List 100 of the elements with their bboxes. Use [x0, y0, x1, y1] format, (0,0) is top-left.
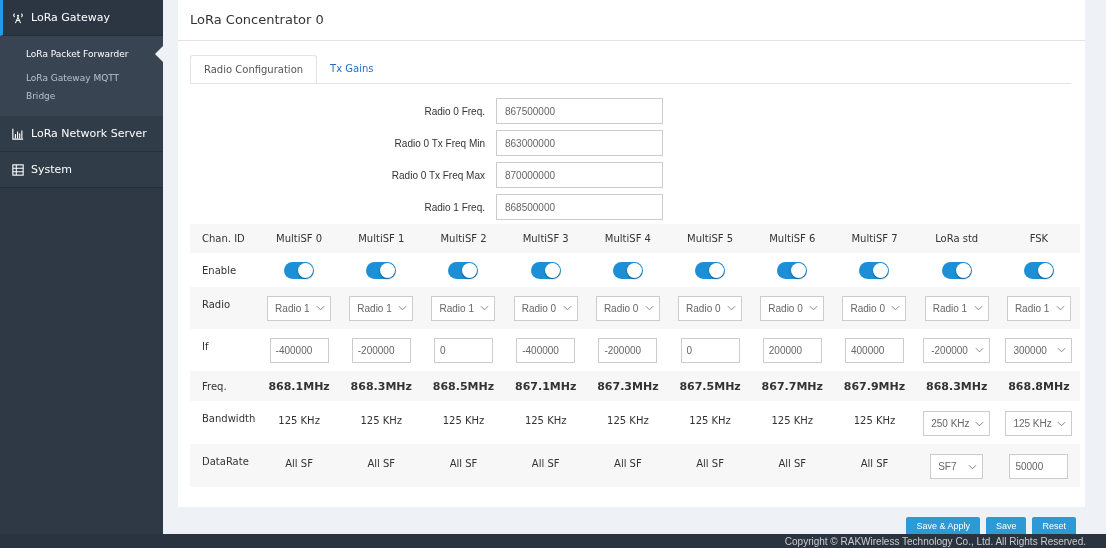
input-field[interactable]: 400000	[845, 337, 904, 363]
chevron-icon	[973, 305, 983, 311]
table-cell: 868.1MHz	[258, 371, 341, 401]
table-cell: 868.8MHz	[997, 371, 1080, 401]
chevron-icon	[727, 305, 737, 311]
table-cell: All SF	[340, 444, 423, 487]
dropdown[interactable]: Radio 0	[760, 295, 825, 321]
dropdown[interactable]: Radio 0	[678, 295, 743, 321]
row-label: Freq.	[190, 371, 258, 401]
table-cell: 868.3MHz	[915, 371, 998, 401]
field-label: Radio 0 Tx Freq Min	[393, 137, 486, 149]
table-cell-text: 125 KHz	[523, 414, 568, 428]
column-header: MultiSF 5	[669, 224, 752, 253]
input-field[interactable]: 870000000	[496, 162, 663, 188]
toggle-switch[interactable]	[530, 261, 561, 279]
chevron-icon	[809, 305, 819, 311]
input-field[interactable]: -400000	[516, 337, 576, 363]
copyright-text: Copyright © RAKWireless Technology Co., Ltd. All Rights Reserved.	[784, 535, 1086, 547]
row-label: Radio	[190, 287, 258, 329]
column-header: MultiSF 6	[751, 224, 834, 253]
chevron-icon	[968, 463, 978, 470]
column-header: MultiSF 2	[422, 224, 505, 253]
column-header: FSK	[997, 224, 1080, 253]
dropdown[interactable]: Radio 0	[513, 295, 578, 321]
input-field[interactable]: 863000000	[496, 130, 663, 156]
row-label: DataRate	[190, 444, 258, 487]
column-header: MultiSF 3	[504, 224, 587, 253]
chevron-icon	[644, 305, 654, 311]
chevron-icon	[398, 305, 408, 311]
toggle-switch[interactable]	[366, 261, 397, 279]
chevron-icon	[1057, 347, 1067, 353]
table-cell: 867.1MHz	[504, 371, 587, 401]
chevron-icon	[1057, 420, 1067, 427]
sidebar-item[interactable]: LoRa Gateway	[0, 0, 163, 36]
toggle-switch[interactable]	[284, 261, 315, 279]
table-cell-text: 125 KHz	[770, 414, 815, 428]
dropdown[interactable]: 125 KHz	[1005, 411, 1073, 436]
table-cell: 867.3MHz	[586, 371, 669, 401]
table-cell: All SF	[504, 444, 587, 487]
dropdown[interactable]: Radio 0	[842, 295, 907, 321]
input-field[interactable]: 867500000	[496, 98, 663, 124]
row-label: Enable	[201, 263, 238, 278]
dropdown[interactable]: 250 KHz	[923, 411, 991, 436]
table-cell: All SF	[833, 444, 916, 487]
table-cell: 867.9MHz	[833, 371, 916, 401]
toggle-switch[interactable]	[777, 261, 808, 279]
input-field[interactable]: 200000	[762, 337, 822, 363]
input-field[interactable]: 0	[680, 337, 740, 363]
chevron-icon	[480, 305, 490, 311]
tab[interactable]: Tx Gains	[317, 55, 387, 83]
row-label: Bandwidth	[201, 412, 257, 426]
input-field[interactable]: -200000	[351, 337, 411, 363]
toggle-switch[interactable]	[859, 261, 890, 279]
table-cell: All SF	[586, 444, 669, 487]
dropdown[interactable]: Radio 0	[595, 295, 660, 321]
toggle-switch[interactable]	[941, 261, 972, 279]
table-cell: 868.3MHz	[340, 371, 423, 401]
dropdown[interactable]: Radio 1	[1006, 295, 1071, 321]
input-field[interactable]: -400000	[269, 337, 329, 363]
table-cell-text: 125 KHz	[852, 414, 897, 428]
column-header: MultiSF 1	[340, 224, 423, 253]
chevron-icon	[562, 305, 572, 311]
table-cell: All SF	[669, 444, 752, 487]
table-cell-text: 125 KHz	[277, 414, 321, 428]
table-cell: 868.5MHz	[422, 371, 505, 401]
toggle-switch[interactable]	[1023, 261, 1054, 279]
table-cell-text: 125 KHz	[441, 414, 486, 428]
dropdown[interactable]: Radio 1	[431, 295, 496, 321]
list-icon	[12, 163, 24, 176]
table-cell: All SF	[258, 444, 341, 487]
row-label: Chan. ID	[190, 224, 258, 253]
page-title: LoRa Concentrator 0	[178, 0, 1085, 41]
toggle-switch[interactable]	[448, 261, 479, 279]
table-cell-text: 125 KHz	[688, 414, 732, 428]
table-cell: 867.5MHz	[669, 371, 752, 401]
dropdown[interactable]: Radio 1	[267, 295, 332, 321]
input-field[interactable]: -200000	[598, 337, 658, 363]
tab[interactable]: Radio Configuration	[190, 55, 318, 83]
table-cell-text: 125 KHz	[606, 414, 650, 428]
field-label: Radio 0 Freq.	[423, 105, 486, 117]
chevron-icon	[316, 305, 326, 311]
field-label: Radio 0 Tx Freq Max	[390, 169, 486, 181]
input-field[interactable]: 50000	[1009, 454, 1069, 479]
toggle-switch[interactable]	[695, 261, 726, 279]
chevron-icon	[1055, 305, 1065, 311]
dropdown[interactable]: 300000	[1005, 337, 1073, 363]
dropdown[interactable]: SF7	[930, 454, 984, 479]
input-field[interactable]: 868500000	[496, 194, 663, 220]
input-field[interactable]: 0	[434, 337, 493, 363]
chevron-icon	[891, 305, 901, 311]
dropdown[interactable]: -200000	[923, 337, 991, 363]
toggle-switch[interactable]	[612, 261, 643, 279]
dropdown[interactable]: Radio 1	[924, 295, 989, 321]
sidebar-subitem[interactable]: LoRa Packet Forwarder	[0, 42, 163, 66]
column-header: MultiSF 4	[586, 224, 669, 253]
dropdown[interactable]: Radio 1	[349, 295, 414, 321]
row-label: If	[201, 340, 210, 354]
column-header: MultiSF 7	[833, 224, 916, 253]
table-cell: All SF	[422, 444, 505, 487]
sidebar-subitem[interactable]: LoRa Gateway MQTT Bridge	[0, 66, 163, 108]
